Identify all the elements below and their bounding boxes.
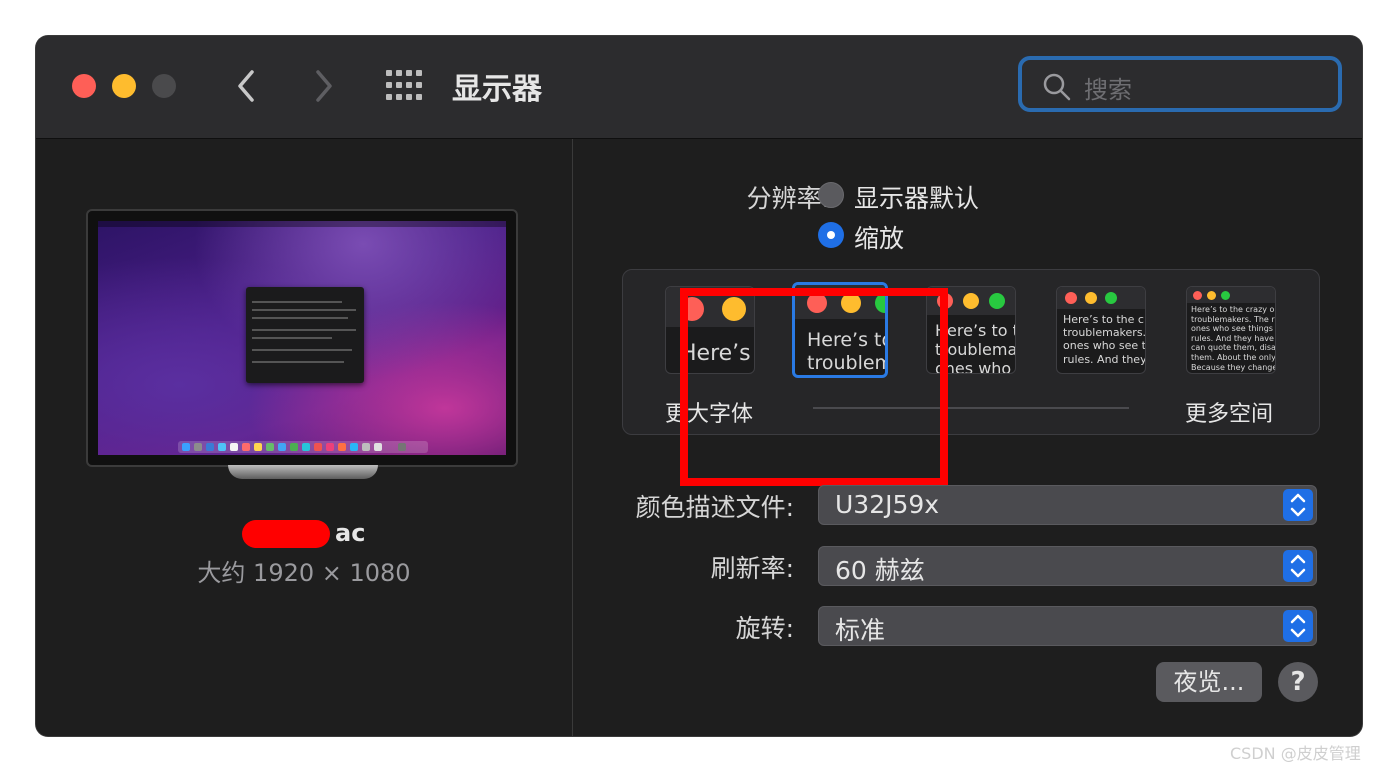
- rotation-label: 旋转:: [735, 614, 794, 643]
- search-field[interactable]: 搜索: [1018, 56, 1342, 112]
- scale-option-5-text: Here’s to the crazy ones troublemakers. …: [1191, 305, 1276, 372]
- chevron-right-icon: [316, 70, 332, 102]
- refresh-rate-value: 60 赫兹: [835, 556, 925, 585]
- chevron-updown-icon: [1290, 554, 1306, 578]
- radio-scaled[interactable]: [818, 222, 844, 248]
- refresh-rate-select[interactable]: 60 赫兹: [818, 546, 1317, 586]
- chevron-updown-icon: [1290, 614, 1306, 638]
- radio-default-label[interactable]: 显示器默认: [854, 179, 979, 215]
- back-button[interactable]: [232, 66, 262, 106]
- scale-option-4[interactable]: Here’s to the cr troublemakers. ones who…: [1056, 286, 1146, 374]
- redaction-mark: [242, 520, 330, 548]
- color-profile-label: 颜色描述文件:: [635, 493, 794, 522]
- help-button[interactable]: ?: [1278, 662, 1318, 702]
- display-sidebar: XXXXXac 大约 1920 × 1080: [36, 139, 573, 736]
- show-all-button[interactable]: [386, 70, 422, 100]
- mini-menubar: [98, 221, 506, 227]
- minimize-button[interactable]: [112, 74, 136, 98]
- night-shift-button[interactable]: 夜览...: [1156, 662, 1262, 702]
- window-title: 显示器: [452, 72, 542, 107]
- monitor-stand: [228, 465, 378, 479]
- forward-button[interactable]: [308, 66, 338, 106]
- system-preferences-window: 显示器 搜索 ac 大约 1920 × 1080 分辨率: 显示器默认 缩放 H…: [36, 36, 1362, 736]
- color-profile-value: U32J59x: [835, 490, 940, 519]
- rotation-value: 标准: [835, 616, 886, 645]
- search-icon: [1043, 73, 1071, 101]
- chevron-updown-icon: [1290, 493, 1306, 517]
- color-profile-stepper: [1283, 489, 1313, 521]
- grid-icon: [386, 70, 422, 100]
- monitor-frame: [86, 209, 518, 467]
- annotation-highlight-box: [680, 288, 948, 486]
- search-placeholder: 搜索: [1084, 76, 1132, 104]
- display-settings-panel: 分辨率: 显示器默认 缩放 Here’s Here’s to troublem: [573, 139, 1362, 736]
- watermark: CSDN @皮皮管理: [1230, 744, 1361, 763]
- rotation-stepper: [1283, 610, 1313, 642]
- mini-dock: [178, 441, 428, 453]
- display-size: 大约 1920 × 1080: [197, 559, 411, 587]
- refresh-rate-label: 刷新率:: [710, 554, 794, 583]
- monitor-preview: [86, 209, 518, 479]
- scale-option-4-text: Here’s to the cr troublemakers. ones who…: [1063, 313, 1146, 366]
- chevron-left-icon: [238, 70, 254, 102]
- mini-window: [246, 287, 364, 383]
- desktop-wallpaper: [98, 221, 506, 455]
- title-bar: 显示器 搜索: [36, 36, 1362, 139]
- color-profile-select[interactable]: U32J59x: [818, 485, 1317, 525]
- more-space-label: 更多空间: [1185, 402, 1274, 427]
- refresh-rate-stepper: [1283, 550, 1313, 582]
- radio-default[interactable]: [818, 182, 844, 208]
- radio-scaled-label[interactable]: 缩放: [854, 219, 904, 255]
- rotation-select[interactable]: 标准: [818, 606, 1317, 646]
- close-button[interactable]: [72, 74, 96, 98]
- zoom-button[interactable]: [152, 74, 176, 98]
- scale-option-5[interactable]: Here’s to the crazy ones troublemakers. …: [1186, 286, 1276, 374]
